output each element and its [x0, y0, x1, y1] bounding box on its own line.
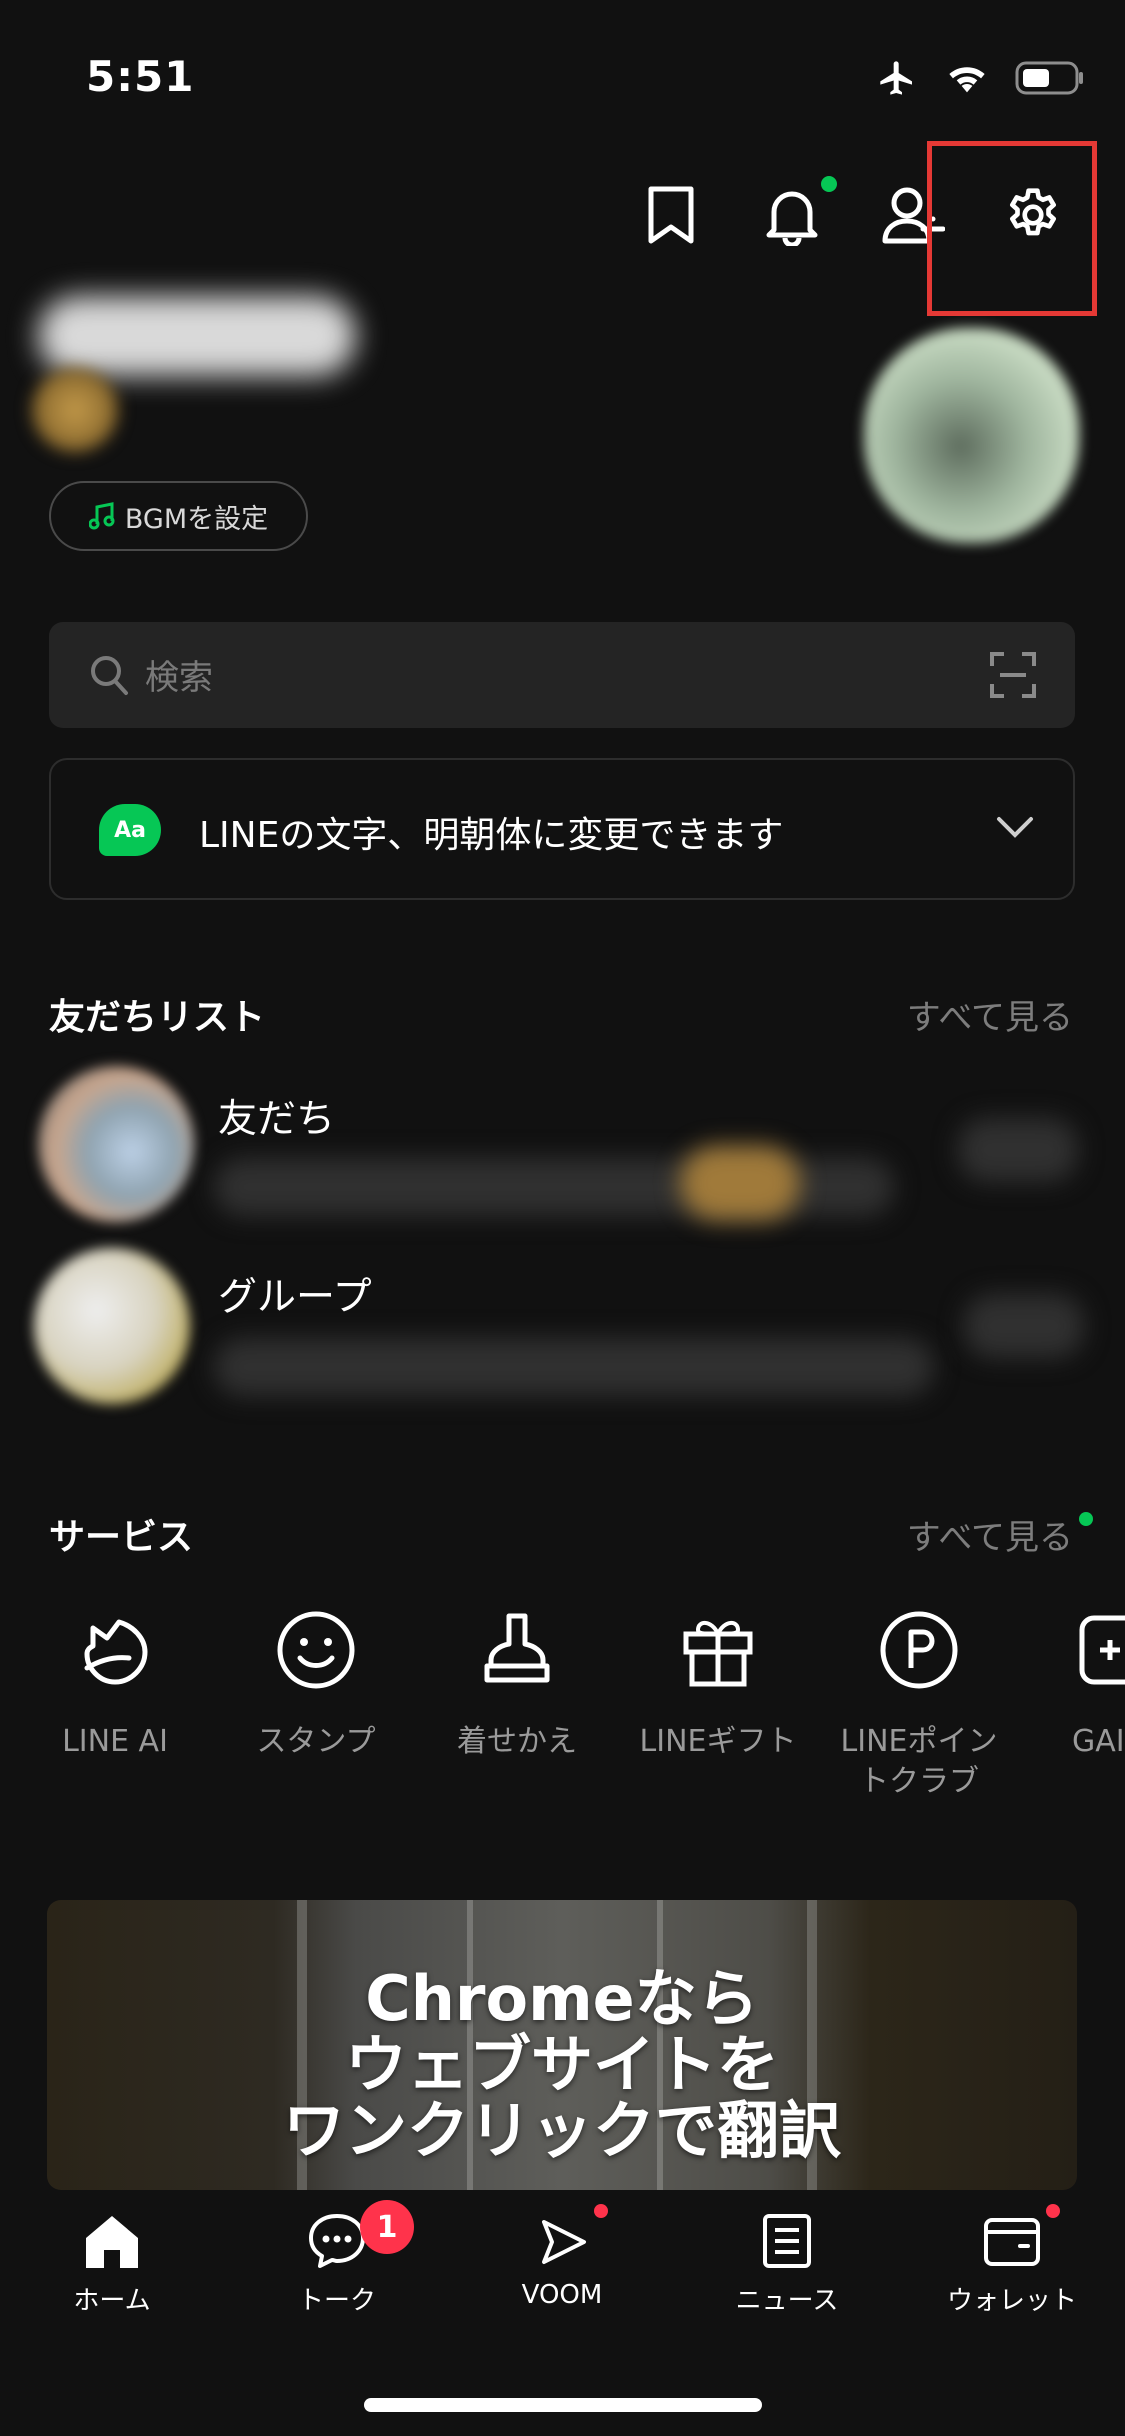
friends-section-title: 友だちリスト — [49, 997, 266, 1038]
game-icon — [1076, 1608, 1125, 1692]
tab-label: VOOM — [521, 2280, 603, 2310]
tab-label: ウォレット — [946, 2286, 1077, 2316]
chat-icon — [307, 2212, 367, 2270]
friends-see-all-link[interactable]: すべて見る — [907, 990, 1073, 1039]
service-label: LINEポイン トクラブ — [840, 1724, 998, 1799]
font-notice-banner[interactable]: Aa LINEの文字、明朝体に変更できます — [49, 758, 1075, 900]
tab-news[interactable]: ニュース — [697, 2212, 877, 2317]
tab-label: トーク — [297, 2286, 376, 2316]
bookmark-icon — [645, 185, 697, 245]
sticker-smiley-icon — [274, 1608, 358, 1692]
chevron-down-icon[interactable] — [995, 814, 1035, 840]
gift-icon — [676, 1608, 760, 1692]
service-game[interactable]: GAI — [1030, 1608, 1125, 1762]
services-see-all-link[interactable]: すべて見る — [907, 1510, 1073, 1559]
points-icon — [877, 1608, 961, 1692]
list-item-groups[interactable]: グループ — [0, 1238, 1125, 1418]
promo-banner[interactable]: Chromeなら ウェブサイトを ワンクリックで翻訳 — [47, 1900, 1077, 2190]
profile-status-image-blurred — [32, 368, 118, 452]
news-icon — [757, 2212, 817, 2270]
search-icon — [89, 654, 129, 696]
service-label: LINEギフト — [639, 1724, 797, 1759]
music-note-icon — [88, 502, 115, 530]
bell-icon — [764, 184, 820, 246]
line-ai-icon — [73, 1608, 157, 1692]
service-stickers[interactable]: スタンプ — [226, 1608, 406, 1762]
battery-icon — [1015, 60, 1085, 96]
tab-label: ホーム — [73, 2286, 151, 2316]
voom-icon — [532, 2212, 592, 2270]
search-bar[interactable]: 検索 — [49, 622, 1075, 728]
home-icon — [82, 2212, 142, 2270]
airplane-mode-icon — [875, 58, 919, 98]
wifi-icon — [945, 60, 989, 96]
qr-scan-icon[interactable] — [990, 652, 1036, 698]
service-label: GAI — [1072, 1724, 1125, 1759]
search-placeholder: 検索 — [145, 658, 213, 698]
tab-home[interactable]: ホーム — [22, 2212, 202, 2317]
service-label: 着せかえ — [457, 1724, 577, 1759]
status-icons — [875, 58, 1085, 98]
theme-brush-icon — [475, 1608, 559, 1692]
wallet-icon — [982, 2212, 1042, 2270]
service-themes[interactable]: 着せかえ — [427, 1608, 607, 1762]
wallet-new-dot — [1046, 2204, 1060, 2218]
friends-avatar — [38, 1066, 194, 1222]
bgm-settings-button[interactable]: BGMを設定 — [49, 481, 308, 551]
groups-avatar — [34, 1248, 190, 1404]
groups-label: グループ — [218, 1275, 372, 1320]
banner-line-2: ウェブサイトを — [344, 2028, 779, 2101]
bookmark-button[interactable] — [636, 180, 706, 250]
banner-line-3: ワンクリックで翻訳 — [282, 2094, 841, 2167]
service-gift[interactable]: LINEギフト — [628, 1608, 808, 1762]
settings-highlight-box — [927, 141, 1097, 316]
service-label: スタンプ — [256, 1724, 376, 1759]
service-points[interactable]: LINEポイン トクラブ — [829, 1608, 1009, 1802]
font-notice-badge: Aa — [99, 804, 161, 856]
tab-wallet[interactable]: ウォレット — [922, 2212, 1102, 2317]
banner-line-1: Chromeなら — [365, 1962, 759, 2035]
profile-avatar[interactable] — [864, 328, 1079, 543]
friends-label: 友だち — [218, 1097, 336, 1142]
chat-unread-badge: 1 — [360, 2200, 414, 2254]
services-section-title: サービス — [49, 1517, 194, 1558]
services-new-dot — [1079, 1512, 1093, 1526]
tab-voom[interactable]: VOOM — [472, 2212, 652, 2310]
notifications-button[interactable] — [757, 180, 827, 250]
groups-count-blurred — [964, 1294, 1084, 1358]
status-time: 5:51 — [86, 52, 195, 101]
friends-count-blurred — [958, 1118, 1078, 1182]
notification-dot — [821, 176, 837, 192]
bgm-label: BGMを設定 — [124, 503, 269, 535]
groups-preview-blurred — [214, 1338, 934, 1396]
font-notice-text: LINEの文字、明朝体に変更できます — [199, 815, 784, 856]
profile-name-blurred — [38, 296, 356, 376]
voom-new-dot — [594, 2204, 608, 2218]
home-indicator — [364, 2398, 762, 2412]
list-item-friends[interactable]: 友だち — [0, 1058, 1125, 1238]
tab-label: ニュース — [735, 2286, 839, 2316]
service-line-ai[interactable]: LINE AI — [25, 1608, 205, 1762]
service-label: LINE AI — [62, 1724, 168, 1759]
